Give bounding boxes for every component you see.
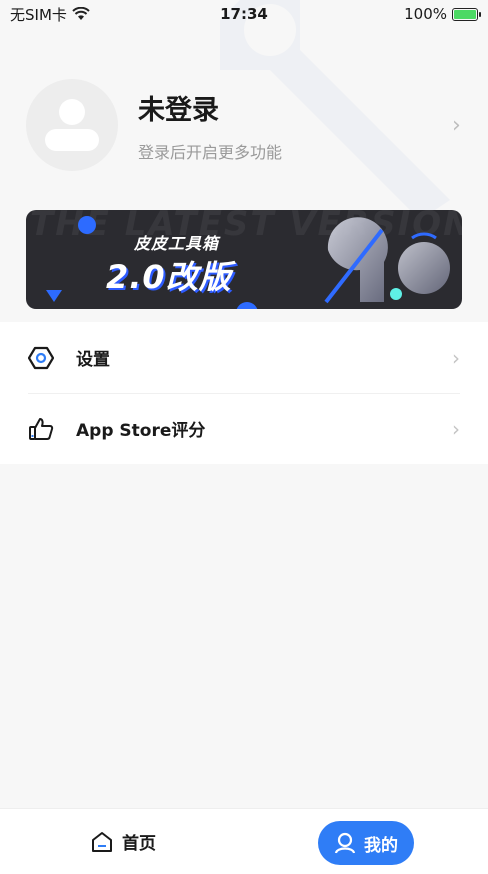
banner-small-title: 皮皮工具箱 [134, 234, 220, 253]
settings-hexagon-icon [28, 345, 54, 371]
wifi-icon [72, 7, 90, 20]
battery-fill [454, 9, 476, 19]
thumbs-up-icon [28, 416, 54, 442]
chevron-right-icon: › [452, 416, 460, 441]
status-left: 无SIM卡 [10, 4, 90, 25]
banner-big-title: 2.0改版 [106, 258, 232, 296]
avatar-head-icon [59, 99, 85, 125]
menu-item-label: App Store评分 [76, 421, 206, 441]
user-icon [334, 832, 356, 854]
tab-mine[interactable]: 我的 [318, 821, 414, 865]
menu-item-settings[interactable]: 设置 › [0, 322, 488, 393]
menu-item-app-store-rating[interactable]: App Store评分 › [0, 393, 488, 464]
tab-bar: 首页 我的 [0, 808, 488, 874]
tab-home[interactable]: 首页 [90, 829, 156, 854]
home-icon [92, 831, 112, 852]
battery-icon [452, 7, 481, 21]
profile-name: 未登录 [138, 94, 219, 126]
menu-item-label: 设置 [76, 350, 110, 370]
settings-menu: 设置 › App Store评分 › [0, 322, 488, 464]
banner-triangle-decoration [46, 290, 62, 302]
profile-text: 未登录 登录后开启更多功能 [138, 88, 452, 163]
tab-mine-label: 我的 [364, 835, 398, 856]
banner-dot-decoration [236, 302, 258, 309]
status-right: 100% [404, 5, 481, 23]
chevron-right-icon: › [452, 112, 461, 138]
avatar-body-icon [45, 129, 99, 151]
promo-banner[interactable]: THE LATEST VERSION TOOL LATEST 皮皮工具箱 2.0… [26, 210, 462, 309]
banner-dot-decoration [78, 216, 96, 234]
chevron-right-icon: › [452, 345, 460, 370]
avatar[interactable] [26, 79, 118, 171]
battery-percent: 100% [404, 5, 447, 23]
tab-home-label: 首页 [122, 834, 156, 854]
banner-2-0-graphic [324, 217, 450, 304]
profile-card[interactable]: 未登录 登录后开启更多功能 › [26, 78, 466, 172]
status-bar: 无SIM卡 17:34 100% [0, 0, 488, 28]
carrier-label: 无SIM卡 [10, 5, 67, 24]
profile-subtitle: 登录后开启更多功能 [138, 142, 283, 162]
